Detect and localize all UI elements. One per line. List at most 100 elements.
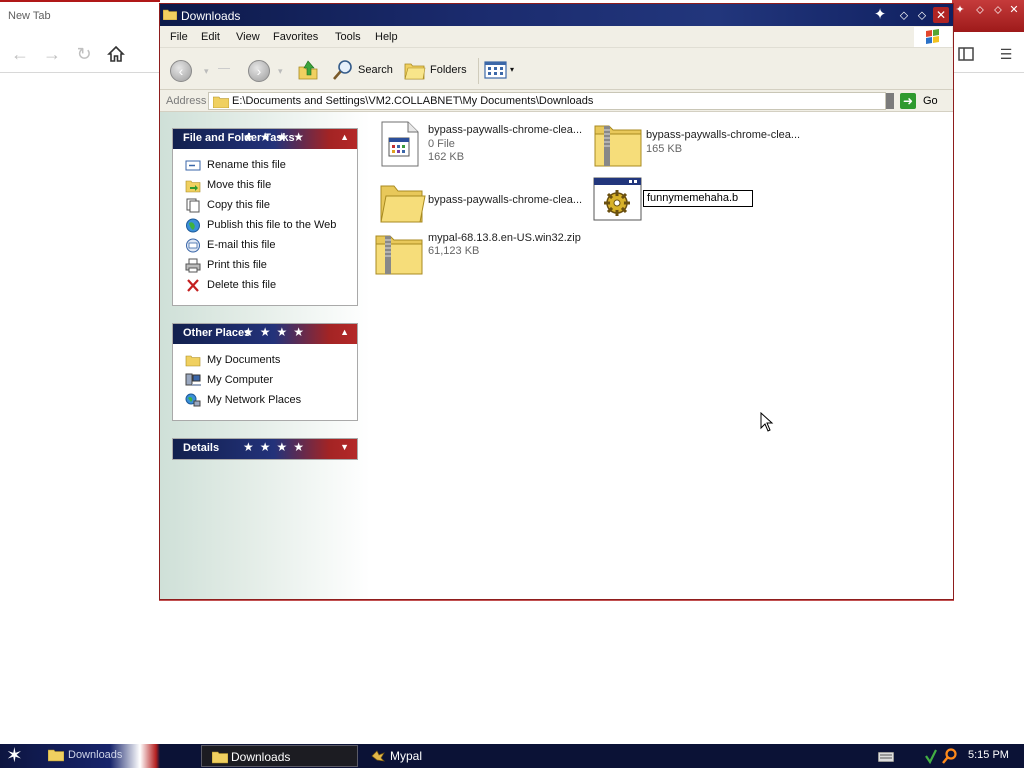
sidebar-icon[interactable] xyxy=(956,44,976,64)
task-print[interactable]: Print this file xyxy=(173,255,357,275)
mypal-icon xyxy=(371,750,385,762)
start-item-label: Downloads xyxy=(68,749,123,761)
back-button[interactable]: ‹ xyxy=(170,60,192,82)
go-arrow-icon: ➜ xyxy=(900,93,916,109)
rename-input[interactable]: funnymemehaha.b xyxy=(643,190,753,207)
toolbar: ‹ ▾ › ▾ Search Folders ▾ xyxy=(160,48,953,90)
place-label: My Computer xyxy=(207,374,274,386)
folder-icon xyxy=(185,355,201,367)
file-name: bypass-paywalls-chrome-clea... xyxy=(428,124,583,136)
up-folder-button[interactable] xyxy=(296,58,320,82)
computer-icon xyxy=(185,373,201,386)
divider xyxy=(218,68,230,69)
forward-button[interactable]: › xyxy=(248,60,270,82)
file-item[interactable]: bypass-paywalls-chrome-clea... 165 KB xyxy=(593,120,823,172)
place-network[interactable]: My Network Places xyxy=(173,390,357,410)
file-folder-tasks-header[interactable]: ★★★★ File and Folder Tasks ▲ xyxy=(173,129,357,149)
go-button[interactable]: ➜ Go xyxy=(900,92,948,110)
reload-icon[interactable]: ↻ xyxy=(72,42,96,66)
forward-icon[interactable]: → xyxy=(40,42,64,66)
zip-folder-icon xyxy=(594,125,642,167)
menu-help[interactable]: Help xyxy=(375,31,398,43)
title-bar[interactable]: Downloads ✦ ⬦ ⬦ ✕ xyxy=(160,4,953,26)
maximize-button[interactable]: ⬦ xyxy=(914,7,930,23)
browser-tab[interactable]: New Tab xyxy=(8,10,51,22)
views-button[interactable]: ▾ xyxy=(484,58,520,82)
tray-app-icon[interactable] xyxy=(924,748,938,764)
task-email[interactable]: E-mail this file xyxy=(173,235,357,255)
back-icon[interactable]: ← xyxy=(8,42,32,66)
minimize-button[interactable]: ⬦ xyxy=(896,7,912,23)
zip-folder-icon xyxy=(375,235,423,275)
folders-button[interactable]: Folders xyxy=(404,58,470,82)
menu-view[interactable]: View xyxy=(236,31,260,43)
file-item[interactable]: bypass-paywalls-chrome-clea... 0 File 16… xyxy=(378,120,588,172)
task-mypal[interactable]: Mypal xyxy=(364,745,474,767)
collapse-icon[interactable]: ▲ xyxy=(340,132,349,142)
other-places-panel: ★★★★ Other Places ▲ My Documents My Comp… xyxy=(172,323,358,421)
move-icon xyxy=(185,180,201,193)
close-icon[interactable]: ✕ xyxy=(1008,4,1020,16)
up-folder-icon xyxy=(298,60,318,80)
place-my-documents[interactable]: My Documents xyxy=(173,350,357,370)
expand-icon[interactable]: ▼ xyxy=(340,442,349,452)
file-name: bypass-paywalls-chrome-clea... xyxy=(428,194,583,206)
folder-icon xyxy=(48,749,64,762)
folder-icon xyxy=(213,96,229,108)
file-folder-tasks-panel: ★★★★ File and Folder Tasks ▲ Rename this… xyxy=(172,128,358,306)
address-dropdown-button[interactable] xyxy=(886,93,894,109)
file-size: 165 KB xyxy=(646,143,683,155)
folders-label: Folders xyxy=(430,64,467,76)
divider xyxy=(478,58,479,84)
place-label: My Documents xyxy=(207,354,281,366)
file-type: 0 File xyxy=(428,138,455,150)
task-label: Move this file xyxy=(207,179,272,191)
address-bar: Address E:\Documents and Settings\VM2.CO… xyxy=(160,90,953,112)
stars-decoration: ★★★★ xyxy=(243,325,311,339)
browser-nav: ← → ↻ xyxy=(0,36,160,72)
file-item[interactable]: mypal-68.13.8.en-US.win32.zip 61,123 KB xyxy=(374,232,588,278)
menu-tools[interactable]: Tools xyxy=(335,31,361,43)
forward-dropdown-icon[interactable]: ▾ xyxy=(278,66,283,77)
collapse-icon[interactable]: ▲ xyxy=(340,327,349,337)
folder-view: ★★★★ File and Folder Tasks ▲ Rename this… xyxy=(160,112,953,599)
folders-icon xyxy=(404,63,426,80)
search-tray-icon[interactable] xyxy=(942,748,958,764)
close-button[interactable]: ✕ xyxy=(933,7,949,23)
start-button[interactable]: ✶ Downloads xyxy=(0,744,200,768)
file-icon xyxy=(381,121,419,167)
search-icon xyxy=(333,60,352,80)
star-icon: ✦ xyxy=(873,6,887,23)
rename-icon xyxy=(185,160,201,171)
keyboard-icon[interactable] xyxy=(878,752,894,762)
panel-title: File and Folder Tasks xyxy=(183,132,295,144)
explorer-window: Downloads ✦ ⬦ ⬦ ✕ File Edit View Favorit… xyxy=(159,3,954,600)
details-header[interactable]: ★★★★ Details ▼ xyxy=(173,439,357,459)
task-rename[interactable]: Rename this file xyxy=(173,155,357,175)
menu-icon[interactable]: ☰ xyxy=(996,44,1016,64)
menu-edit[interactable]: Edit xyxy=(201,31,220,43)
file-size: 61,123 KB xyxy=(428,245,480,257)
address-input[interactable]: E:\Documents and Settings\VM2.COLLABNET\… xyxy=(208,92,886,110)
task-copy[interactable]: Copy this file xyxy=(173,195,357,215)
other-places-header[interactable]: ★★★★ Other Places ▲ xyxy=(173,324,357,344)
search-button[interactable]: Search xyxy=(332,58,396,82)
place-my-computer[interactable]: My Computer xyxy=(173,370,357,390)
folder-icon xyxy=(380,185,426,223)
minimize-icon[interactable]: ⬦ xyxy=(974,4,986,16)
tab-accent xyxy=(0,0,160,2)
menu-favorites[interactable]: Favorites xyxy=(273,31,318,43)
task-delete[interactable]: Delete this file xyxy=(173,275,357,295)
menu-file[interactable]: File xyxy=(170,31,188,43)
home-icon[interactable] xyxy=(104,42,128,66)
task-downloads[interactable]: Downloads xyxy=(201,745,358,767)
star-start-icon: ✶ xyxy=(6,745,23,767)
task-publish[interactable]: Publish this file to the Web xyxy=(173,215,357,235)
maximize-icon[interactable]: ⬦ xyxy=(992,4,1004,16)
task-move[interactable]: Move this file xyxy=(173,175,357,195)
back-dropdown-icon[interactable]: ▾ xyxy=(204,66,209,77)
task-label: E-mail this file xyxy=(207,239,276,251)
address-path: E:\Documents and Settings\VM2.COLLABNET\… xyxy=(232,95,594,107)
panel-title: Details xyxy=(183,442,220,454)
folder-item[interactable]: bypass-paywalls-chrome-clea... xyxy=(378,182,588,226)
